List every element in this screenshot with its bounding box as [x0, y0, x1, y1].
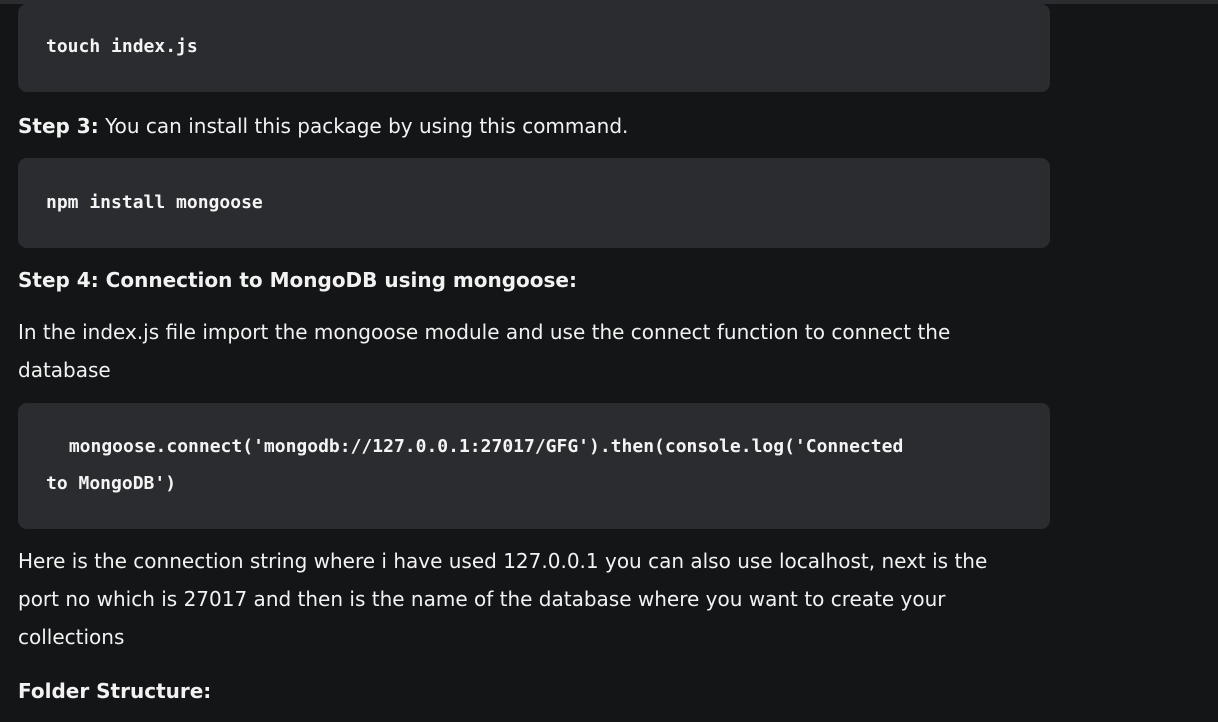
- connection-explanation: Here is the connection string where i ha…: [18, 542, 1038, 656]
- code-line-1: mongoose.connect('mongodb://127.0.0.1:27…: [58, 436, 904, 457]
- code-text: npm install mongoose: [46, 192, 263, 213]
- code-block-install: npm install mongoose: [18, 158, 1050, 248]
- folder-structure-heading: Folder Structure:: [18, 679, 212, 703]
- code-line-2: to MongoDB'): [46, 473, 177, 494]
- step-3-label: Step 3:: [18, 114, 99, 138]
- explanation-line-3: collections: [18, 625, 125, 649]
- code-text: touch index.js: [46, 36, 198, 57]
- code-block-connect: mongoose.connect('mongodb://127.0.0.1:27…: [18, 403, 1050, 529]
- step-4-intro-line-2: database: [18, 358, 111, 382]
- explanation-line-1: Here is the connection string where i ha…: [18, 549, 988, 573]
- step-3-paragraph: Step 3: You can install this package by …: [18, 107, 1038, 145]
- code-block-touch: touch index.js: [18, 4, 1050, 92]
- step-4-intro: In the index.js file import the mongoose…: [18, 313, 1038, 389]
- step-3-text: You can install this package by using th…: [98, 114, 629, 138]
- step-4-intro-line-1: In the index.js file import the mongoose…: [18, 320, 951, 344]
- step-4-heading: Step 4: Connection to MongoDB using mong…: [18, 268, 577, 292]
- explanation-line-2: port no which is 27017 and then is the n…: [18, 587, 946, 611]
